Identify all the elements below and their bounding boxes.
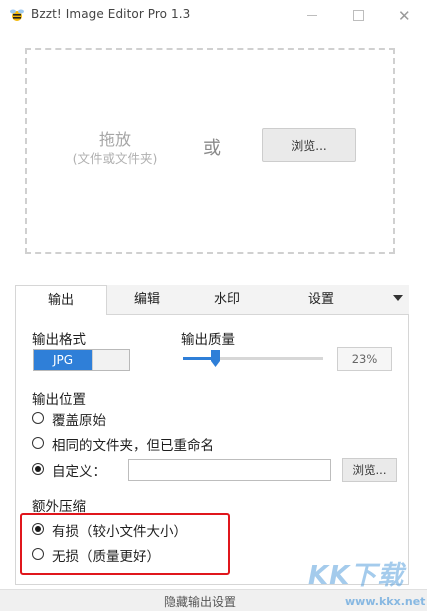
radio-label: 自定义： <box>52 464 106 480</box>
window-title: Bzzt! Image Editor Pro 1.3 <box>31 7 191 21</box>
browse-custom-path-button[interactable]: 浏览... <box>342 458 397 482</box>
radio-label: 相同的文件夹，但已重命名 <box>52 438 214 454</box>
tab-dropdown-arrow-icon[interactable] <box>393 295 403 301</box>
close-button[interactable]: ✕ <box>381 0 427 30</box>
drag-drop-hint: (文件或文件夹) <box>72 151 158 166</box>
tab-watermark[interactable]: 水印 <box>195 285 259 315</box>
tab-settings[interactable]: 设置 <box>290 285 352 315</box>
highlight-annotation-box <box>20 513 230 575</box>
tab-edit[interactable]: 编辑 <box>107 285 187 315</box>
minimize-button[interactable] <box>290 0 336 30</box>
format-toggle[interactable]: JPG <box>33 349 130 371</box>
format-toggle-value: JPG <box>34 350 92 370</box>
bee-app-icon <box>10 9 24 21</box>
radio-button[interactable] <box>32 437 44 449</box>
quality-slider-thumb[interactable] <box>211 350 220 367</box>
radio-button[interactable] <box>32 463 44 475</box>
or-label: 或 <box>203 138 221 159</box>
tab-output[interactable]: 输出 <box>15 285 107 315</box>
site-watermark-logo: KK下载 <box>308 561 405 591</box>
radio-button[interactable] <box>32 412 44 424</box>
drag-drop-label: 拖放 <box>98 130 131 149</box>
hide-output-settings-label: 隐藏输出设置 <box>163 595 236 609</box>
site-watermark-url: www.kkx.net <box>345 595 426 608</box>
drop-zone[interactable]: 拖放 (文件或文件夹) 或 浏览... <box>25 48 395 254</box>
output-format-label: 输出格式 <box>32 332 86 348</box>
title-bar: Bzzt! Image Editor Pro 1.3 ✕ <box>0 0 427 30</box>
quality-value-field[interactable]: 23% <box>337 347 392 371</box>
custom-path-input[interactable] <box>128 459 331 481</box>
format-toggle-knob <box>92 350 129 370</box>
maximize-button[interactable] <box>336 0 382 30</box>
output-location-label: 输出位置 <box>32 392 86 408</box>
quality-slider-track[interactable] <box>183 357 323 360</box>
output-quality-label: 输出质量 <box>181 332 235 348</box>
radio-label: 覆盖原始 <box>52 413 106 429</box>
browse-files-button[interactable]: 浏览... <box>262 128 356 162</box>
extra-compression-label: 额外压缩 <box>32 499 86 515</box>
close-icon: ✕ <box>398 7 411 25</box>
